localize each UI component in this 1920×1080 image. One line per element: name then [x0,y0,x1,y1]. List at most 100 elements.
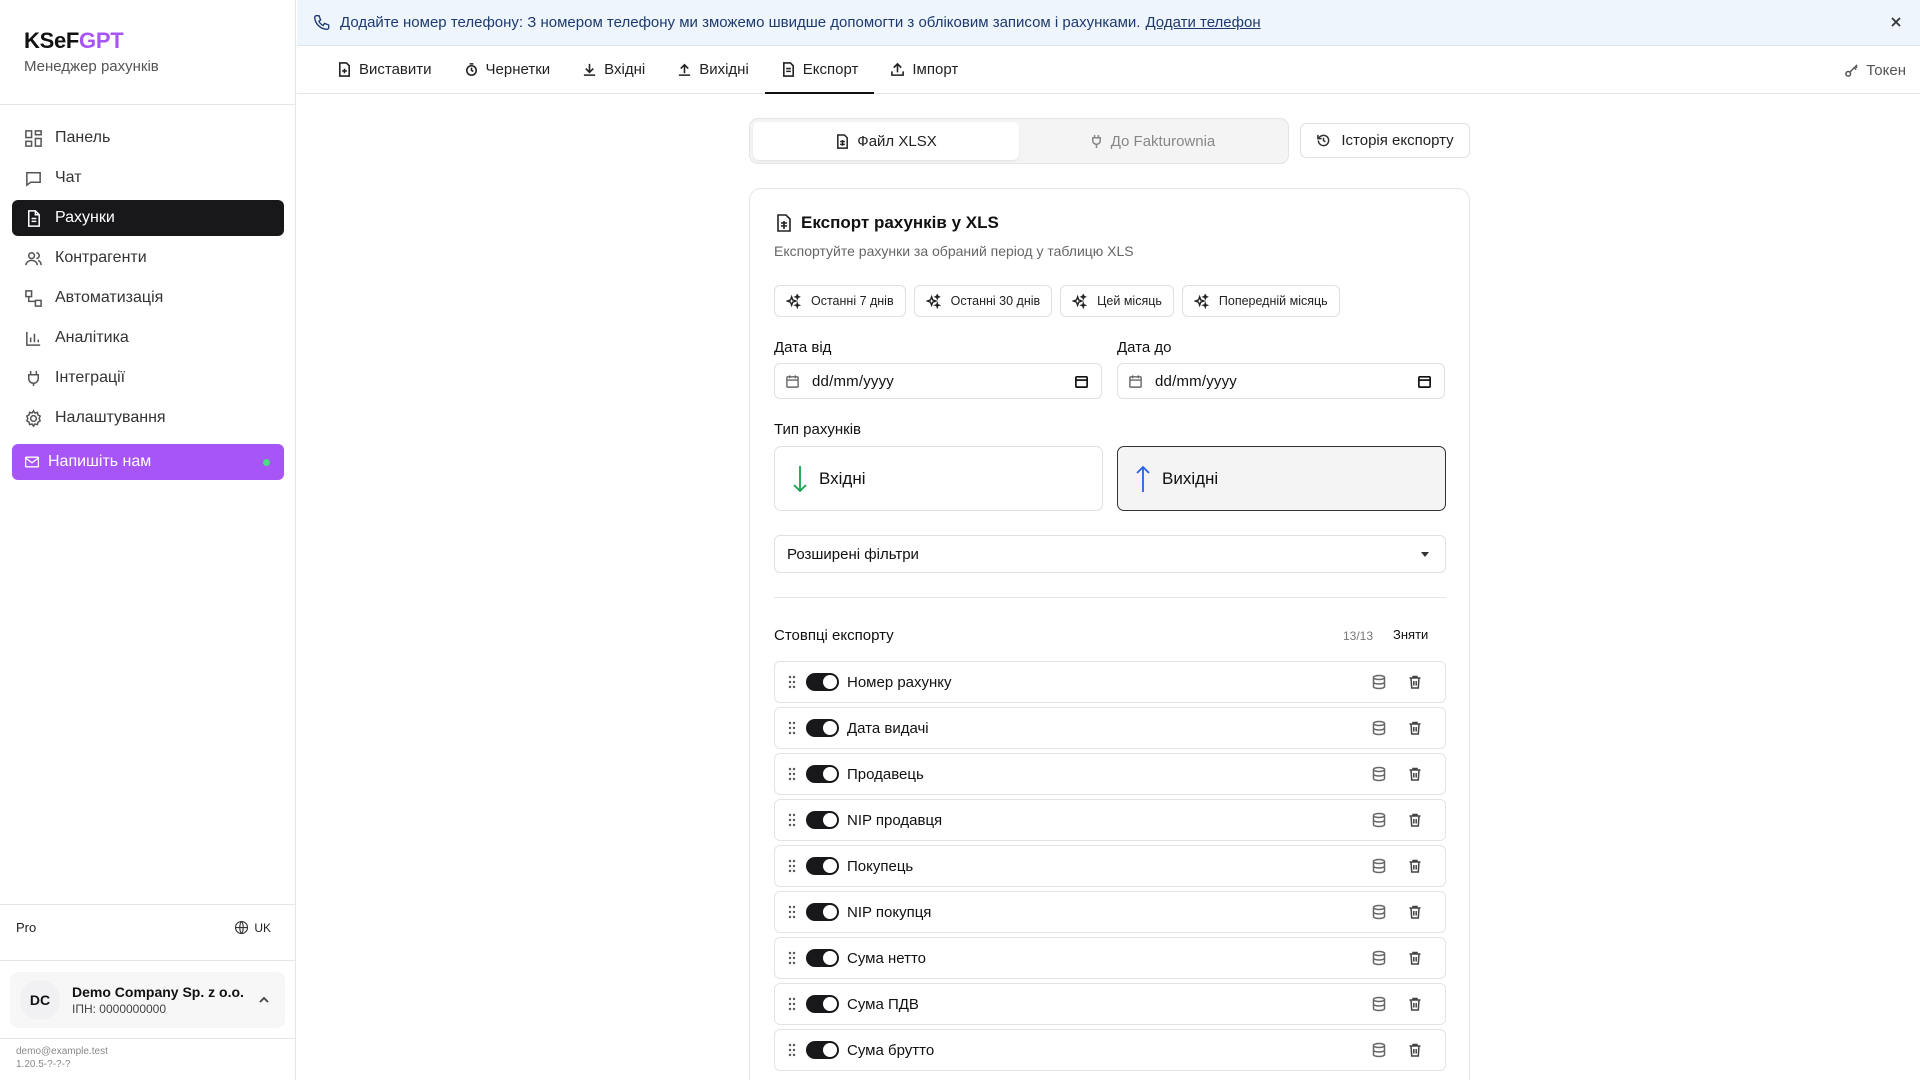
draft-icon [465,63,477,76]
trash-icon[interactable] [1407,858,1423,874]
drag-handle-icon[interactable] [787,675,797,689]
clear-columns-button[interactable]: Зняти [1393,627,1428,642]
type-incoming-label: Вхідні [819,468,866,488]
type-outgoing-option[interactable]: Вихідні [1117,446,1446,511]
date-from-input[interactable]: dd/mm/yyyy [774,363,1102,399]
column-label: NIP продавця [847,811,943,829]
date-to-label: Дата до [1117,339,1172,356]
sidebar-divider [0,104,295,105]
preset-previous-month[interactable]: Попередній місяць [1181,285,1340,317]
drag-handle-icon[interactable] [787,951,797,965]
trash-icon[interactable] [1407,812,1423,828]
column-toggle[interactable] [806,995,839,1013]
export-column-row: Номер рахунку [774,661,1446,703]
trash-icon[interactable] [1407,904,1423,920]
close-icon[interactable] [1888,14,1904,30]
database-icon[interactable] [1371,674,1387,690]
database-icon[interactable] [1371,812,1387,828]
date-from-placeholder: dd/mm/yyyy [812,372,895,390]
trash-icon[interactable] [1407,1042,1423,1058]
database-icon[interactable] [1371,950,1387,966]
drag-handle-icon[interactable] [787,813,797,827]
column-label: Сума ПДВ [847,995,919,1013]
sidebar-item-automation[interactable]: Автоматизація [12,280,284,316]
export-column-row: Сума нетто [774,937,1446,979]
database-icon[interactable] [1371,996,1387,1012]
column-toggle[interactable] [806,1041,839,1059]
sidebar-item-contractors[interactable]: Контрагенти [12,240,284,276]
sidebar-item-dashboard[interactable]: Панель [12,120,284,156]
date-to-placeholder: dd/mm/yyyy [1155,372,1238,390]
add-phone-link[interactable]: Додати телефон [1145,14,1260,31]
database-icon[interactable] [1371,720,1387,736]
company-info: Demo Company Sp. z o.o. ІПН: 0000000000 [72,984,257,1016]
advanced-filters-label: Розширені фільтри [787,545,919,563]
trash-icon[interactable] [1407,720,1423,736]
export-column-row: NIP продавця [774,799,1446,841]
tab-label: Вхідні [604,61,646,78]
phone-banner: Додайте номер телефону: З номером телефо… [297,0,1920,46]
column-toggle[interactable] [806,949,839,967]
token-button[interactable]: Токен [1844,46,1906,94]
tab-label: Експорт [802,61,859,78]
sidebar-item-invoices[interactable]: Рахунки [12,200,284,236]
caret-down-icon [1421,552,1429,557]
tab-issue[interactable]: Виставити [321,46,448,93]
column-toggle[interactable] [806,765,839,783]
mode-xlsx-button[interactable]: Файл XLSX [753,122,1019,160]
column-toggle[interactable] [806,811,839,829]
column-toggle[interactable] [806,903,839,921]
database-icon[interactable] [1371,766,1387,782]
sidebar-item-analytics[interactable]: Аналітика [12,320,284,356]
tab-outgoing[interactable]: Вихідні [661,46,765,93]
advanced-filters-dropdown[interactable]: Розширені фільтри [774,535,1446,573]
column-toggle[interactable] [806,719,839,737]
sidebar-divider [0,904,295,905]
chevron-up-icon [259,996,269,1003]
drag-handle-icon[interactable] [787,905,797,919]
export-column-row: Сума ПДВ [774,983,1446,1025]
tab-export[interactable]: Експорт [764,46,875,94]
plan-row: Pro UK [16,920,271,935]
sidebar-item-settings[interactable]: Налаштування [12,400,284,436]
sidebar-item-label: Інтеграції [55,369,126,386]
sidebar-item-chat[interactable]: Чат [12,160,284,196]
database-icon[interactable] [1371,858,1387,874]
drag-handle-icon[interactable] [787,1043,797,1057]
chat-icon [26,171,41,187]
calendar-picker-icon[interactable] [1417,374,1432,389]
user-email: demo@example.test [16,1046,108,1057]
database-icon[interactable] [1371,904,1387,920]
drag-handle-icon[interactable] [787,767,797,781]
sidebar-nav: Панель Чат Рахунки Контрагенти Автоматиз… [12,120,284,484]
download-icon [584,63,596,76]
brand-logo[interactable]: KSeFGPT [24,28,159,54]
tab-incoming[interactable]: Вхідні [566,46,661,93]
tab-drafts[interactable]: Чернетки [448,46,567,93]
main-area: Додайте номер телефону: З номером телефо… [297,0,1920,1080]
contact-us-button[interactable]: Напишіть нам [12,444,284,480]
plug-icon [27,370,40,386]
language-switcher[interactable]: UK [234,920,271,935]
trash-icon[interactable] [1407,950,1423,966]
type-incoming-option[interactable]: Вхідні [774,446,1103,511]
drag-handle-icon[interactable] [787,721,797,735]
trash-icon[interactable] [1407,766,1423,782]
tab-import[interactable]: Імпорт [874,46,974,93]
trash-icon[interactable] [1407,674,1423,690]
drag-handle-icon[interactable] [787,997,797,1011]
preset-this-month[interactable]: Цей місяць [1060,285,1174,317]
date-to-input[interactable]: dd/mm/yyyy [1117,363,1445,399]
preset-last-30-days[interactable]: Останні 30 днів [913,285,1053,317]
calendar-picker-icon[interactable] [1074,374,1089,389]
sidebar-item-integrations[interactable]: Інтеграції [12,360,284,396]
drag-handle-icon[interactable] [787,859,797,873]
preset-last-7-days[interactable]: Останні 7 днів [774,285,906,317]
column-toggle[interactable] [806,857,839,875]
company-switcher[interactable]: DC Demo Company Sp. z o.o. ІПН: 00000000… [10,972,285,1028]
column-toggle[interactable] [806,673,839,691]
trash-icon[interactable] [1407,996,1423,1012]
mode-fakturownia-button[interactable]: До Fakturownia [1019,122,1285,160]
export-history-button[interactable]: Історія експорту [1300,123,1470,158]
database-icon[interactable] [1371,1042,1387,1058]
